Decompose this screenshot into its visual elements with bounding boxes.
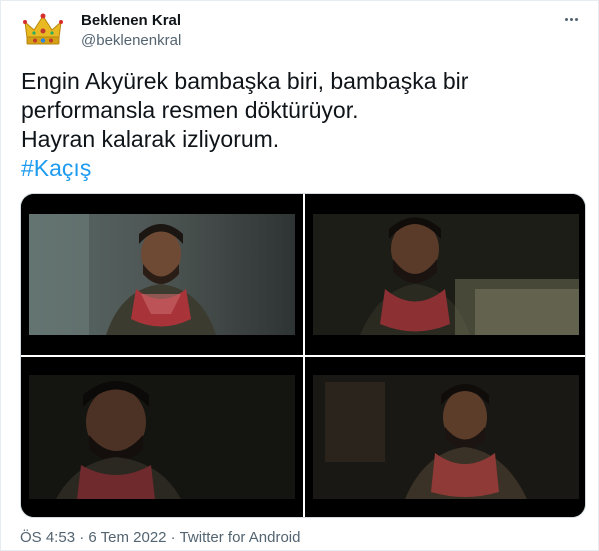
media-image[interactable] (305, 357, 585, 517)
media-grid (20, 193, 586, 518)
tweet-line: performansla resmen döktürüyor. (21, 97, 359, 123)
tweet-date[interactable]: 6 Tem 2022 (88, 529, 166, 546)
more-dot (574, 17, 578, 21)
tweet-line: Hayran kalarak izliyorum. (21, 126, 280, 152)
hashtag-link[interactable]: #Kaçış (21, 155, 91, 181)
media-image[interactable] (21, 357, 303, 517)
user-handle[interactable]: @beklenenkral (81, 32, 181, 50)
display-name[interactable]: Beklenen Kral (81, 12, 181, 30)
more-dot (564, 17, 568, 21)
meta-separator: · (166, 529, 180, 546)
tweet-text: Engin Akyürek bambaşka biri, bambaşka bi… (21, 67, 581, 183)
tweet-card: Beklenen Kral @beklenenkral Engin Akyüre… (0, 0, 599, 551)
tweet-source[interactable]: Twitter for Android (180, 529, 301, 546)
media-image[interactable] (305, 194, 585, 355)
avatar[interactable] (19, 6, 67, 54)
meta-separator: · (75, 529, 89, 546)
crown-icon (19, 6, 67, 54)
tweet-time[interactable]: ÖS 4:53 (20, 529, 75, 546)
media-image[interactable] (21, 194, 303, 355)
tweet-meta: ÖS 4:53 · 6 Tem 2022 · Twitter for Andro… (20, 529, 300, 547)
tweet-line: Engin Akyürek bambaşka biri, bambaşka bi… (21, 68, 469, 94)
more-options-icon[interactable] (560, 9, 582, 29)
more-dot (569, 17, 573, 21)
